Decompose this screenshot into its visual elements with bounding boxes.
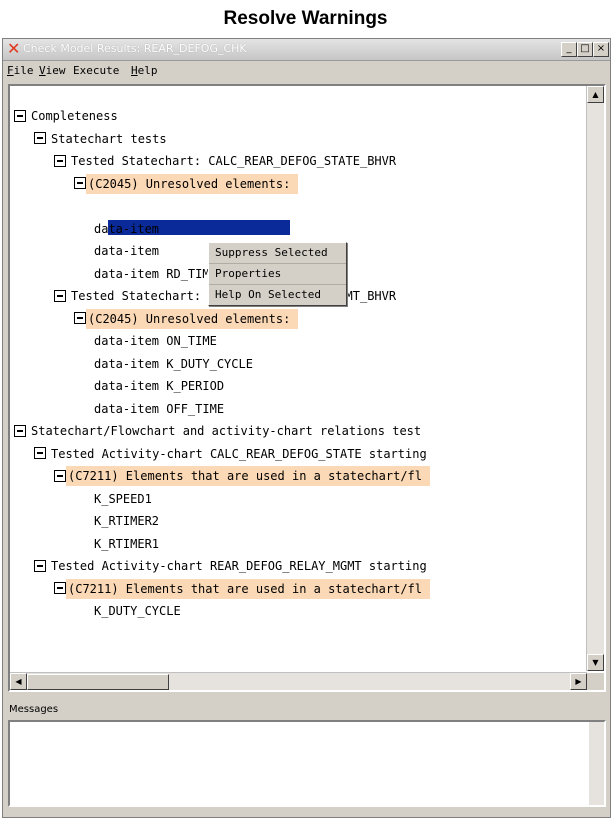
tree-node[interactable]: (C2045) Unresolved elements: (74, 308, 299, 329)
tree-node-label: K_DUTY_CYCLE (94, 604, 181, 618)
tree-horizontal-scrollbar[interactable]: ◀ ▶ (10, 672, 587, 690)
tree-node-label: Tested Statechart: CALC_REAR_DEFOG_STATE… (71, 154, 397, 168)
page-heading: Resolve Warnings (223, 8, 388, 29)
tree-node-label: K_RTIMER2 (94, 514, 160, 528)
tree-leaf[interactable]: data-item ON_TIME (94, 331, 217, 351)
tree-leaf[interactable]: K_DUTY_CYCLE (94, 601, 181, 621)
close-button[interactable]: × (593, 42, 609, 57)
collapse-toggle-icon[interactable] (34, 559, 46, 572)
tree-node-label: data-item (94, 199, 160, 213)
menu-execute-label: Execute (73, 64, 120, 77)
tree-node-label: data-item K_DUTY_CYCLE (94, 356, 253, 371)
tree-node-label: data-item K_PERIOD (94, 379, 225, 393)
collapse-toggle-icon[interactable] (14, 424, 26, 437)
messages-textarea[interactable] (8, 720, 606, 807)
tree-node-label: Tested Activity-chart REAR_DEFOG_RELAY_M… (51, 559, 427, 573)
results-tree-panel[interactable]: Completeness Statechart tests Tested State… (8, 84, 606, 692)
tree-node-label: Tested Activity-chart CALC_REAR_DEFOG_ST… (51, 446, 427, 461)
tree-node-label: Statechart tests (51, 131, 167, 146)
menu-bar: File View Execute Help (3, 61, 610, 81)
menu-help-label: elp (137, 64, 158, 77)
tree-node[interactable]: Tested Activity-chart CALC_REAR_DEFOG_ST… (34, 444, 427, 464)
collapse-toggle-icon[interactable] (74, 312, 86, 324)
tree-node[interactable]: Completeness (14, 106, 118, 126)
tree-node-label: data-item (94, 221, 160, 236)
app-x-icon: ✕ (7, 39, 21, 58)
scroll-right-arrow-icon[interactable]: ▶ (570, 673, 587, 690)
tree-node[interactable]: Tested Statechart: CALC_REAR_DEFOG_STATE… (54, 151, 396, 171)
tree-leaf[interactable]: K_SPEED1 (94, 489, 152, 509)
scroll-corner (587, 673, 604, 690)
collapse-toggle-icon[interactable] (54, 289, 66, 302)
scroll-left-arrow-icon[interactable]: ◀ (10, 673, 27, 690)
tree-node-label: Completeness (31, 109, 118, 123)
tree-node[interactable]: (C7211) Elements that are used in a stat… (54, 466, 431, 486)
context-menu-properties[interactable]: Properties (209, 264, 346, 285)
tree-node-label: (C7211) Elements that are used in a stat… (66, 578, 431, 599)
tree-node[interactable]: Tested Activity-chart REAR_DEFOG_RELAY_M… (34, 556, 427, 576)
menu-view-label: iew (45, 64, 66, 77)
window-title: Check Model Results: REAR_DEFOG_CHK (23, 42, 247, 55)
menu-file-label: ile (13, 64, 34, 77)
tree-node-label: data-item OFF_TIME (94, 401, 225, 416)
tree-vertical-scrollbar[interactable]: ▲ ▼ (586, 86, 604, 671)
context-menu: Suppress Selected Properties Help On Sel… (208, 242, 347, 306)
check-model-results-window: ✕ Check Model Results: REAR_DEFOG_CHK _ … (2, 38, 611, 818)
minimize-button[interactable]: _ (561, 42, 577, 57)
collapse-toggle-icon[interactable] (54, 154, 66, 167)
tree-node[interactable]: (C2045) Unresolved elements: (74, 173, 299, 194)
menu-help-mnemonic: H (131, 64, 138, 77)
menu-file-mnemonic: F (7, 64, 14, 77)
collapse-toggle-icon[interactable] (54, 582, 66, 594)
tree-node-label: data-item RD_TIMER (94, 266, 225, 281)
collapse-toggle-icon[interactable] (34, 447, 46, 459)
tree-node-label: Statechart/Flowchart and activity-chart … (31, 424, 422, 438)
tree-node-label: K_SPEED1 (94, 491, 152, 506)
collapse-toggle-icon[interactable] (34, 132, 46, 144)
context-menu-suppress-selected[interactable]: Suppress Selected (209, 243, 346, 264)
tree-node-label: K_RTIMER1 (94, 536, 160, 551)
maximize-button[interactable]: □ (577, 42, 593, 57)
scroll-down-arrow-icon[interactable]: ▼ (587, 654, 604, 671)
menu-view[interactable]: View (39, 64, 66, 77)
context-menu-help-on-selected[interactable]: Help On Selected (209, 285, 346, 305)
tree-node-label: (C2045) Unresolved elements: (86, 308, 299, 329)
tree-node[interactable]: (C7211) Elements that are used in a stat… (54, 578, 431, 599)
tree-leaf[interactable]: K_RTIMER1 (94, 534, 159, 554)
tree-leaf[interactable]: data-item (94, 219, 159, 239)
collapse-toggle-icon[interactable] (14, 109, 26, 122)
tree-node-label: (C7211) Elements that are used in a stat… (66, 466, 431, 486)
tree-leaf[interactable]: data-item K_PERIOD (94, 376, 224, 396)
messages-vertical-scrollbar[interactable] (589, 722, 604, 805)
menu-execute[interactable]: Execute (73, 64, 119, 77)
menu-file[interactable]: File (7, 64, 34, 77)
collapse-toggle-icon[interactable] (74, 177, 86, 189)
tree-leaf[interactable]: data-item K_DUTY_CYCLE (94, 354, 253, 374)
menu-view-mnemonic: V (39, 64, 46, 77)
tree-node-label: (C2045) Unresolved elements: (86, 173, 299, 194)
horizontal-scroll-thumb[interactable] (27, 674, 169, 690)
tree-node-label: data-item (94, 244, 160, 258)
title-bar[interactable]: ✕ Check Model Results: REAR_DEFOG_CHK _ … (3, 39, 610, 61)
tree-leaf[interactable]: data-item OFF_TIME (94, 399, 224, 419)
tree-node[interactable]: Statechart tests (34, 129, 167, 149)
tree-leaf[interactable]: data-item (94, 241, 159, 261)
menu-help[interactable]: Help (131, 64, 158, 77)
scroll-up-arrow-icon[interactable]: ▲ (587, 86, 604, 103)
tree-leaf[interactable]: data-item RD_TIMER (94, 264, 224, 284)
tree-node[interactable]: Statechart/Flowchart and activity-chart … (14, 421, 421, 441)
results-tree: Completeness Statechart tests Tested State… (10, 86, 587, 671)
tree-leaf[interactable]: data-item (94, 196, 159, 216)
messages-label: Messages (9, 704, 59, 715)
tree-node-label: data-item ON_TIME (94, 334, 217, 348)
collapse-toggle-icon[interactable] (54, 469, 66, 482)
tree-leaf[interactable]: K_RTIMER2 (94, 511, 159, 531)
